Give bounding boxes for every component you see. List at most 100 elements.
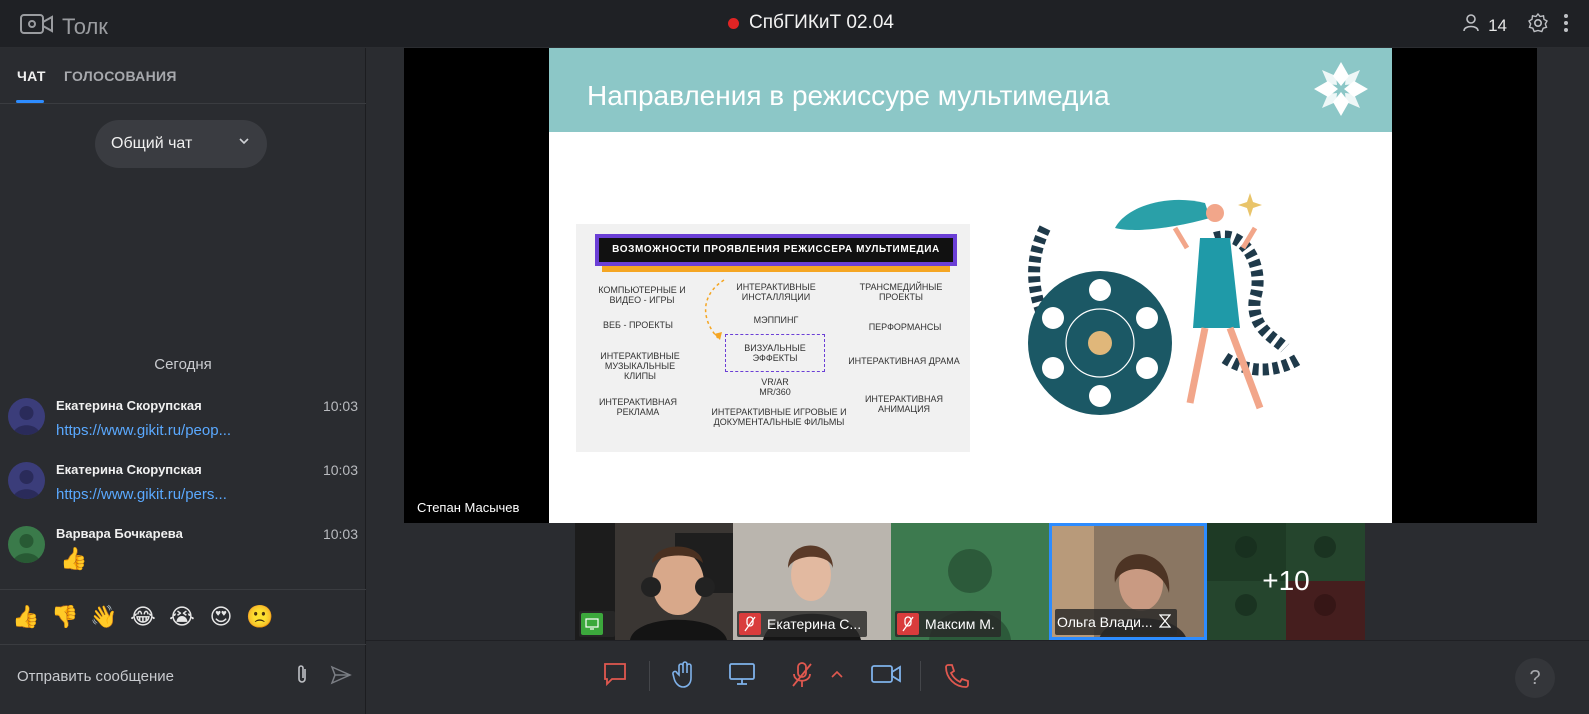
camera-logo-icon bbox=[20, 12, 54, 41]
avatar[interactable] bbox=[8, 462, 45, 499]
more-participants-tile[interactable]: +10 bbox=[1207, 523, 1365, 640]
avatar[interactable] bbox=[8, 526, 45, 563]
mic-off-icon bbox=[897, 613, 919, 635]
participant-label: Максим М. bbox=[895, 611, 1001, 637]
app-name: Толк bbox=[62, 13, 108, 39]
shared-screen[interactable]: Направления в режиссуре мультимедиа ВОЗМ… bbox=[404, 48, 1537, 523]
chat-message: Екатерина Скорупская 10:03 https://www.g… bbox=[8, 462, 358, 522]
reaction-bar: 👍 👎 👋 😂 😭 😍 🙁 bbox=[0, 589, 366, 645]
raise-hand-icon[interactable] bbox=[672, 661, 698, 694]
call-toolbar: ? bbox=[366, 640, 1589, 714]
attach-icon[interactable] bbox=[292, 664, 312, 691]
avatar[interactable] bbox=[8, 398, 45, 435]
infographic-underline bbox=[602, 266, 950, 272]
slide-item: ИНТЕРАКТИВНЫЕ МУЗЫКАЛЬНЫЕ КЛИПЫ bbox=[600, 351, 680, 381]
slide-item: ИНТЕРАКТИВНЫЕ ИГРОВЫЕ И ДОКУМЕНТАЛЬНЫЕ Ф… bbox=[711, 407, 847, 427]
slide-title: Направления в режиссуре мультимедиа bbox=[587, 80, 1110, 111]
slide-item: ВЕБ - ПРОЕКТЫ bbox=[603, 320, 673, 330]
meeting-title-area: СпбГИКиТ 02.04 bbox=[728, 12, 894, 34]
message-input[interactable]: Отправить сообщение bbox=[17, 668, 174, 685]
tab-chat[interactable]: ЧАТ bbox=[17, 68, 46, 84]
message-time: 10:03 bbox=[322, 526, 358, 542]
chat-toggle-icon[interactable] bbox=[602, 661, 628, 692]
toolbar-divider bbox=[649, 661, 650, 691]
chat-selector[interactable]: Общий чат bbox=[95, 120, 267, 168]
participant-label: Екатерина С... bbox=[737, 611, 868, 637]
participant-label: Ольга Влади... bbox=[1055, 609, 1177, 635]
top-right-controls: 14 bbox=[1462, 12, 1569, 39]
toolbar-divider bbox=[920, 661, 921, 691]
slide-item: ИНТЕРАКТИВНАЯ ДРАМА bbox=[848, 356, 960, 366]
settings-icon[interactable] bbox=[1527, 12, 1549, 39]
message-author: Екатерина Скорупская bbox=[56, 462, 202, 477]
participants-button[interactable]: 14 bbox=[1462, 13, 1507, 38]
more-participants-count: +10 bbox=[1262, 565, 1310, 596]
recording-indicator bbox=[728, 17, 739, 29]
participants-count: 14 bbox=[1488, 15, 1507, 35]
reaction-laugh[interactable]: 😂 bbox=[129, 604, 157, 630]
mic-muted-icon[interactable] bbox=[790, 661, 814, 694]
participant-tile[interactable]: Максим М. bbox=[891, 523, 1049, 640]
participants-icon bbox=[1462, 13, 1482, 38]
send-icon[interactable] bbox=[330, 664, 352, 691]
participant-label bbox=[579, 611, 615, 637]
participants-strip: Екатерина С... Максим М. Ольга Влади... … bbox=[575, 523, 1365, 640]
slide-item: ПЕРФОРМАНСЫ bbox=[868, 322, 942, 332]
sidebar-tabs: ЧАТ ГОЛОСОВАНИЯ bbox=[0, 48, 366, 104]
reaction-sad[interactable]: 🙁 bbox=[246, 604, 274, 630]
meeting-title: СпбГИКиТ 02.04 bbox=[749, 12, 894, 33]
date-separator: Сегодня bbox=[154, 356, 212, 373]
message-author: Варвара Бочкарева bbox=[56, 526, 183, 541]
top-bar: Толк СпбГИКиТ 02.04 14 bbox=[0, 0, 1589, 48]
screen-share-button-icon[interactable] bbox=[728, 661, 756, 692]
chat-sidebar: ЧАТ ГОЛОСОВАНИЯ Общий чат Сегодня Екатер… bbox=[0, 48, 366, 714]
reaction-thumbs-up[interactable]: 👍 bbox=[12, 604, 40, 630]
participant-tile[interactable] bbox=[575, 523, 733, 640]
message-composer: Отправить сообщение bbox=[0, 646, 366, 714]
slide-item: VR/AR MR/360 bbox=[759, 377, 791, 397]
chat-message: Екатерина Скорупская 10:03 https://www.g… bbox=[8, 398, 358, 458]
slide-infographic: ВОЗМОЖНОСТИ ПРОЯВЛЕНИЯ РЕЖИССЕРА МУЛЬТИМ… bbox=[576, 224, 970, 452]
slide-item: ТРАНСМЕДИЙНЫЕ ПРОЕКТЫ bbox=[859, 282, 943, 302]
presenter-name: Степан Масычев bbox=[417, 500, 520, 515]
mic-options-chevron-icon[interactable] bbox=[830, 667, 844, 685]
infographic-banner: ВОЗМОЖНОСТИ ПРОЯВЛЕНИЯ РЕЖИССЕРА МУЛЬТИМ… bbox=[595, 234, 957, 266]
hourglass-icon bbox=[1158, 613, 1171, 631]
slide-item: ИНТЕРАКТИВНАЯ РЕКЛАМА bbox=[598, 397, 678, 417]
more-menu-icon[interactable] bbox=[1563, 12, 1569, 39]
app-root: Толк СпбГИКиТ 02.04 14 ЧАТ ГОЛОСОВАНИЯ О… bbox=[0, 0, 1589, 714]
camera-icon[interactable] bbox=[870, 661, 902, 692]
message-time: 10:03 bbox=[322, 398, 358, 414]
film-reel-illustration bbox=[1028, 193, 1304, 415]
message-link[interactable]: https://www.gikit.ru/peop... bbox=[56, 422, 231, 439]
help-button[interactable]: ? bbox=[1515, 658, 1555, 698]
reaction-heart-eyes[interactable]: 😍 bbox=[207, 604, 235, 630]
slide-header: Направления в режиссуре мультимедиа bbox=[549, 48, 1392, 132]
reaction-cry[interactable]: 😭 bbox=[168, 604, 196, 630]
hang-up-icon[interactable] bbox=[942, 661, 972, 694]
tab-votes[interactable]: ГОЛОСОВАНИЯ bbox=[64, 68, 177, 84]
mic-off-icon bbox=[739, 613, 761, 635]
reaction-thumbs-down[interactable]: 👎 bbox=[51, 604, 79, 630]
screen-share-icon bbox=[581, 613, 603, 635]
video-stage: Направления в режиссуре мультимедиа ВОЗМ… bbox=[366, 48, 1589, 640]
app-logo[interactable]: Толк bbox=[20, 12, 108, 41]
chat-message: Варвара Бочкарева 10:03 👍 bbox=[8, 526, 358, 586]
participant-tile[interactable]: Ольга Влади... bbox=[1049, 523, 1207, 640]
participant-name: Ольга Влади... bbox=[1057, 614, 1153, 630]
slide-item: ИНТЕРАКТИВНЫЕ ИНСТАЛЛЯЦИИ bbox=[736, 282, 816, 302]
message-time: 10:03 bbox=[322, 462, 358, 478]
chat-selector-value: Общий чат bbox=[111, 135, 193, 152]
presentation-slide: Направления в режиссуре мультимедиа ВОЗМ… bbox=[549, 48, 1392, 523]
slide-item: ИНТЕРАКТИВНАЯ АНИМАЦИЯ bbox=[864, 394, 944, 414]
message-emoji: 👍 bbox=[60, 546, 88, 571]
reaction-wave[interactable]: 👋 bbox=[90, 604, 118, 630]
message-link[interactable]: https://www.gikit.ru/pers... bbox=[56, 486, 227, 503]
active-tab-indicator bbox=[16, 100, 44, 103]
participant-name: Максим М. bbox=[925, 616, 995, 632]
participant-tile[interactable]: Екатерина С... bbox=[733, 523, 891, 640]
slide-item: ВИЗУАЛЬНЫЕ ЭФФЕКТЫ bbox=[744, 343, 806, 363]
slide-item: МЭППИНГ bbox=[753, 315, 799, 325]
infographic-banner-text: ВОЗМОЖНОСТИ ПРОЯВЛЕНИЯ РЕЖИССЕРА МУЛЬТИМ… bbox=[599, 238, 953, 262]
message-author: Екатерина Скорупская bbox=[56, 398, 202, 413]
